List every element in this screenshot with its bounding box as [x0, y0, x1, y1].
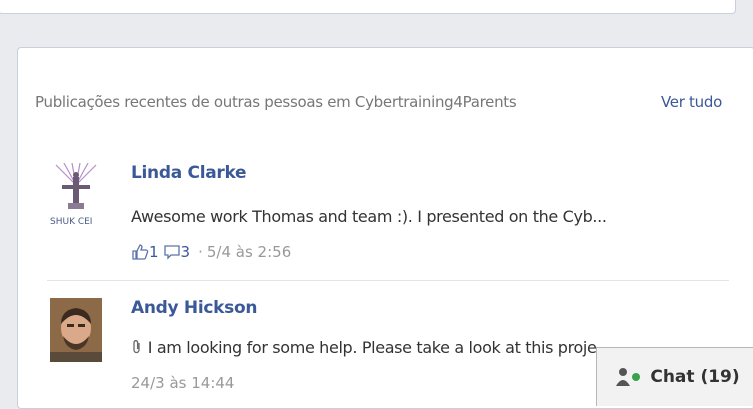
post-timestamp[interactable]: 5/4 às 2:56 — [207, 243, 291, 261]
post-text: I am looking for some help. Please take … — [131, 338, 611, 357]
see-all-link[interactable]: Ver tudo — [661, 93, 722, 111]
chat-count: (19) — [700, 367, 740, 387]
chat-bar[interactable]: Chat (19) — [596, 347, 753, 406]
chat-user-icon — [614, 366, 644, 388]
avatar[interactable] — [50, 298, 102, 362]
chat-label-text: Chat — [650, 367, 695, 387]
separator-dot: · — [198, 243, 203, 261]
avatar-caption: SHUK CEI — [50, 217, 92, 227]
like-count: 1 — [149, 243, 159, 261]
post-text: Awesome work Thomas and team :). I prese… — [131, 207, 607, 226]
avatar[interactable]: SHUK CEI — [50, 163, 102, 227]
post-meta: 24/3 às 14:44 — [131, 374, 234, 392]
previous-card — [0, 0, 736, 14]
attachment-icon — [131, 338, 148, 357]
chat-label: Chat (19) — [650, 367, 739, 387]
post-meta: 1 3 · 5/4 às 2:56 — [131, 243, 291, 261]
comment-icon[interactable] — [163, 243, 181, 261]
post-divider — [47, 280, 729, 281]
author-name[interactable]: Linda Clarke — [131, 163, 247, 183]
profile-photo-icon — [50, 298, 102, 362]
recent-posts-title: Publicações recentes de outras pessoas e… — [35, 93, 517, 111]
like-icon[interactable] — [131, 243, 149, 261]
post-timestamp[interactable]: 24/3 às 14:44 — [131, 374, 234, 392]
author-name[interactable]: Andy Hickson — [131, 298, 257, 318]
statue-logo-icon: SHUK CEI — [50, 163, 102, 227]
post-text-content: I am looking for some help. Please take … — [147, 338, 611, 357]
comment-count: 3 — [180, 243, 191, 261]
